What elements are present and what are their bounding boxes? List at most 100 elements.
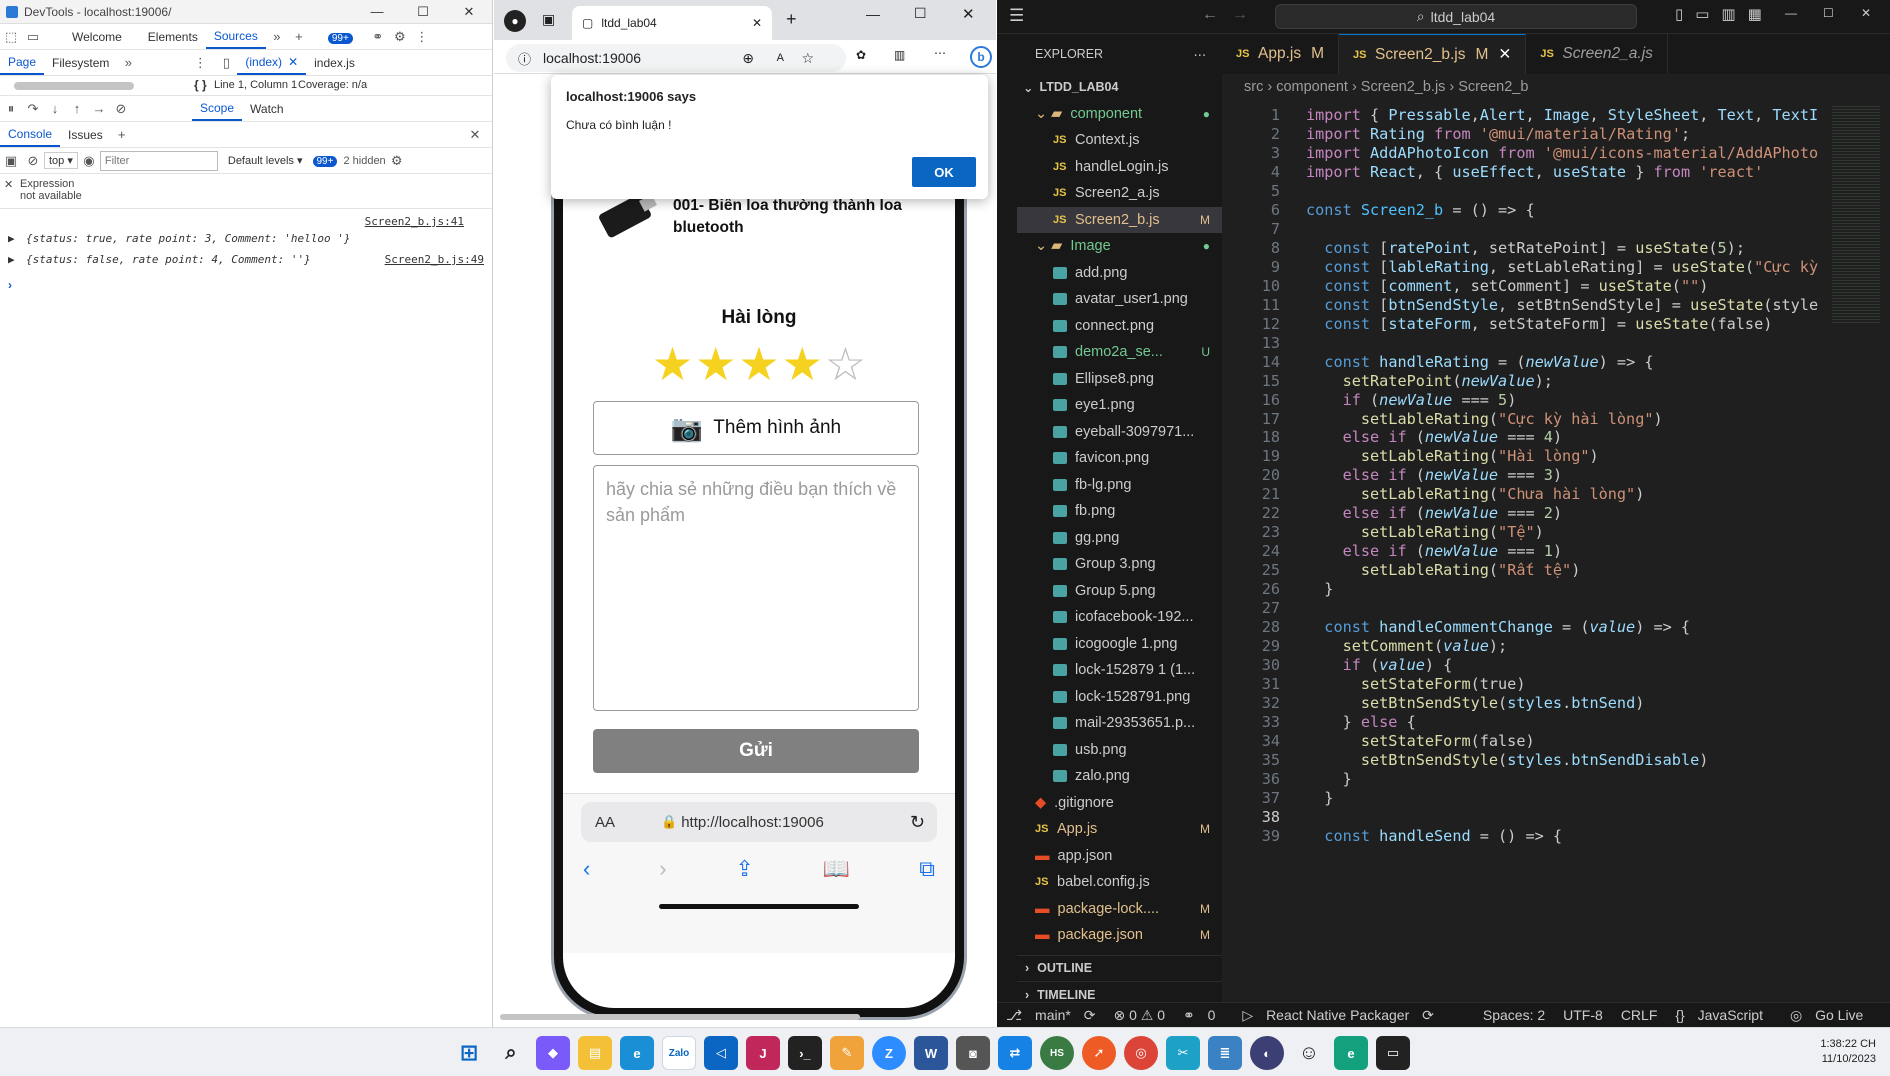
language-status[interactable]: {} JavaScript [1675, 1007, 1772, 1023]
postman-icon[interactable]: ➚ [1082, 1036, 1116, 1070]
extensions-icon[interactable]: ✿ [856, 48, 866, 62]
browser-hscrollbar[interactable] [500, 1014, 860, 1020]
camera-icon[interactable]: ◙ [956, 1036, 990, 1070]
tree-file[interactable]: zalo.png [1017, 763, 1222, 790]
close-drawer-icon[interactable]: ✕ [464, 124, 486, 146]
tab-watch[interactable]: Watch [242, 96, 292, 121]
code-line[interactable]: } [1306, 787, 1333, 810]
log-source-2[interactable]: Screen2_b.js:49 [385, 253, 484, 266]
minimize-button[interactable]: — [354, 0, 400, 24]
log-source-1[interactable]: Screen2_b.js:41 [365, 215, 464, 228]
breadcrumb-item[interactable]: Screen2_b [1458, 79, 1528, 95]
tab-welcome[interactable]: Welcome [64, 24, 130, 49]
close-vscode-button[interactable]: ✕ [1861, 6, 1871, 20]
connection-icon[interactable]: ⚭ [367, 26, 389, 48]
pretty-print-icon[interactable]: { } [194, 78, 207, 92]
tree-file[interactable]: demo2a_se... U [1017, 339, 1222, 366]
address-bar[interactable]: ⓘ localhost:19006 ⊕ A ☆ [506, 44, 846, 72]
code-line[interactable]: const Screen2_b = () => { [1306, 199, 1535, 222]
code-line[interactable]: setBtnSendStyle(styles.btnSendDisable) [1306, 749, 1709, 772]
code-line[interactable]: } [1306, 578, 1333, 601]
breadcrumb-item[interactable]: Screen2_b.js [1361, 79, 1446, 95]
live-expression-icon[interactable]: ◉ [78, 150, 100, 172]
inspect-icon[interactable]: ⬚ [0, 26, 22, 48]
tree-file[interactable]: icofacebook-192... [1017, 604, 1222, 631]
console-log-entry[interactable]: ▶ {status: true, rate point: 3, Comment: … [0, 228, 492, 249]
close-tab-icon[interactable]: ✕ [752, 16, 762, 30]
maximize-vscode-button[interactable]: ☐ [1823, 6, 1834, 20]
tree-file[interactable]: JS handleLogin.js [1017, 154, 1222, 181]
info-icon[interactable]: ⓘ [518, 49, 531, 68]
tree-file[interactable]: Ellipse8.png [1017, 366, 1222, 393]
tree-file[interactable]: ▬ app.json [1017, 843, 1222, 870]
teamviewer-icon[interactable]: ⇄ [998, 1036, 1032, 1070]
remove-expression-icon[interactable]: ✕ [4, 178, 13, 191]
star-empty-icon[interactable]: ☆ [825, 339, 866, 389]
tabs-icon[interactable]: ⧉ [919, 856, 935, 882]
emoji-icon[interactable]: ☺ [1292, 1036, 1326, 1070]
star-filled-icon[interactable]: ★ [652, 339, 693, 389]
project-root[interactable]: ⌄ LTDD_LAB04 [1017, 74, 1222, 101]
vscode-icon[interactable]: ◁ [704, 1036, 738, 1070]
editor-tab[interactable]: JS App.js M [1222, 34, 1340, 74]
tree-file[interactable]: ▬ package-lock.... M [1017, 896, 1222, 923]
edge-icon[interactable]: e [620, 1036, 654, 1070]
console-settings-icon[interactable]: ⚙ [386, 150, 408, 172]
jetbrains-icon[interactable]: J [746, 1036, 780, 1070]
copilot-icon[interactable]: b [970, 46, 992, 68]
file-explorer-icon[interactable]: ▤ [578, 1036, 612, 1070]
split-screen-icon[interactable]: ▥ [894, 48, 905, 62]
new-tab-icon[interactable]: + [786, 9, 797, 30]
hs-icon[interactable]: HS [1040, 1036, 1074, 1070]
browser-tab[interactable]: ▢ ltdd_lab04 ✕ [572, 6, 772, 40]
star-filled-icon[interactable]: ★ [695, 339, 736, 389]
editor-tab[interactable]: JS Screen2_a.js [1526, 34, 1668, 74]
more-menu-icon[interactable]: ⋮ [411, 26, 433, 48]
maximize-browser-button[interactable]: ☐ [914, 5, 927, 22]
safari-url-bar[interactable]: AA 🔒 http://localhost:19006 ↻ [581, 802, 937, 842]
tab-elements[interactable]: Elements [140, 24, 206, 49]
app-icon[interactable]: ◐ [1250, 1036, 1284, 1070]
paint-icon[interactable]: ✎ [830, 1036, 864, 1070]
tree-file[interactable]: ◆ .gitignore [1017, 790, 1222, 817]
tree-file[interactable]: add.png [1017, 260, 1222, 287]
close-file-icon[interactable]: ✕ [288, 55, 298, 69]
layout-icons[interactable]: ▯▭▥▦ [1675, 5, 1774, 23]
word-icon[interactable]: W [914, 1036, 948, 1070]
issues-badge[interactable]: 99+ [327, 30, 353, 44]
expand-arrow-icon[interactable]: ▶ [8, 253, 15, 266]
tree-file[interactable]: JS Context.js [1017, 127, 1222, 154]
step-icon[interactable]: → [88, 98, 110, 120]
tab-scope[interactable]: Scope [192, 96, 243, 121]
tab-sources[interactable]: Sources [205, 24, 266, 49]
toggle-navigator-icon[interactable]: ▯ [215, 52, 237, 74]
tree-file[interactable]: eyeball-3097971... [1017, 419, 1222, 446]
star-filled-icon[interactable]: ★ [782, 339, 823, 389]
console-issues-badge[interactable]: 99+ [312, 155, 338, 167]
more-tabs-icon[interactable]: » [266, 26, 288, 48]
sidebar-toggle-icon[interactable]: ▣ [0, 150, 22, 172]
subtab-filesystem[interactable]: Filesystem [44, 50, 117, 75]
spaces-status[interactable]: Spaces: 2 [1483, 1007, 1545, 1023]
expand-arrow-icon[interactable]: ▶ [8, 232, 15, 245]
context-selector[interactable]: top ▾ [44, 152, 78, 169]
read-aloud-icon[interactable]: A [777, 52, 784, 64]
back-icon[interactable]: ‹ [583, 856, 590, 882]
edge-dev-icon[interactable]: e [1334, 1036, 1368, 1070]
tab-issues[interactable]: Issues [60, 122, 111, 147]
copilot-taskbar-icon[interactable]: ◆ [536, 1036, 570, 1070]
zalo-icon[interactable]: Zalo [662, 1036, 696, 1070]
more-subtabs-icon[interactable]: » [117, 52, 139, 74]
code-line[interactable]: import React, { useEffect, useState } fr… [1306, 161, 1763, 184]
add-tab-icon[interactable]: + [288, 26, 310, 48]
tree-file[interactable]: eye1.png [1017, 392, 1222, 419]
terminal-icon[interactable]: ›_ [788, 1036, 822, 1070]
console-log-entry[interactable]: ▶ {status: false, rate point: 4, Comment:… [0, 249, 492, 270]
horizontal-scrollbar[interactable] [14, 82, 134, 90]
code-line[interactable]: const [stateForm, setStateForm] = useSta… [1306, 313, 1772, 336]
alert-ok-button[interactable]: OK [912, 157, 976, 187]
settings-icon[interactable]: ⚙ [389, 26, 411, 48]
tree-file[interactable]: Group 3.png [1017, 551, 1222, 578]
console-filter-input[interactable]: Filter [99, 150, 218, 171]
tab-console[interactable]: Console [0, 122, 61, 147]
